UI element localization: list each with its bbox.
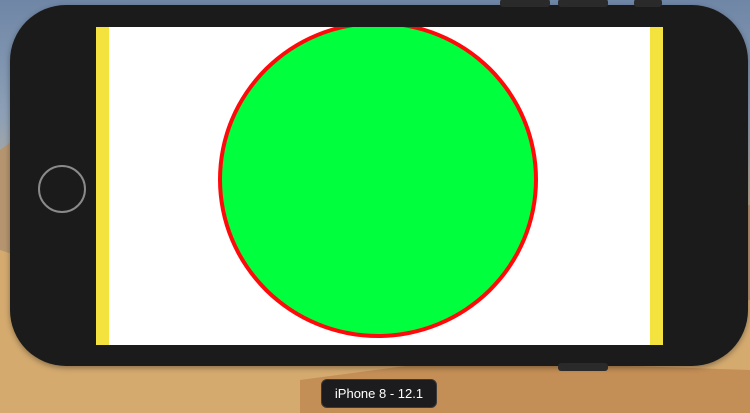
volume-up-button (500, 0, 550, 7)
home-button-ring-icon[interactable] (38, 165, 86, 213)
volume-down-button (558, 0, 608, 7)
simulator-screen[interactable] (96, 27, 663, 345)
device-name-label: iPhone 8 - 12.1 (321, 379, 437, 408)
power-button (558, 363, 608, 371)
left-safe-area-bar (96, 27, 109, 345)
green-circle-view[interactable] (218, 27, 538, 338)
mute-switch (634, 0, 662, 7)
app-content-view[interactable] (109, 27, 650, 345)
right-safe-area-bar (650, 27, 663, 345)
